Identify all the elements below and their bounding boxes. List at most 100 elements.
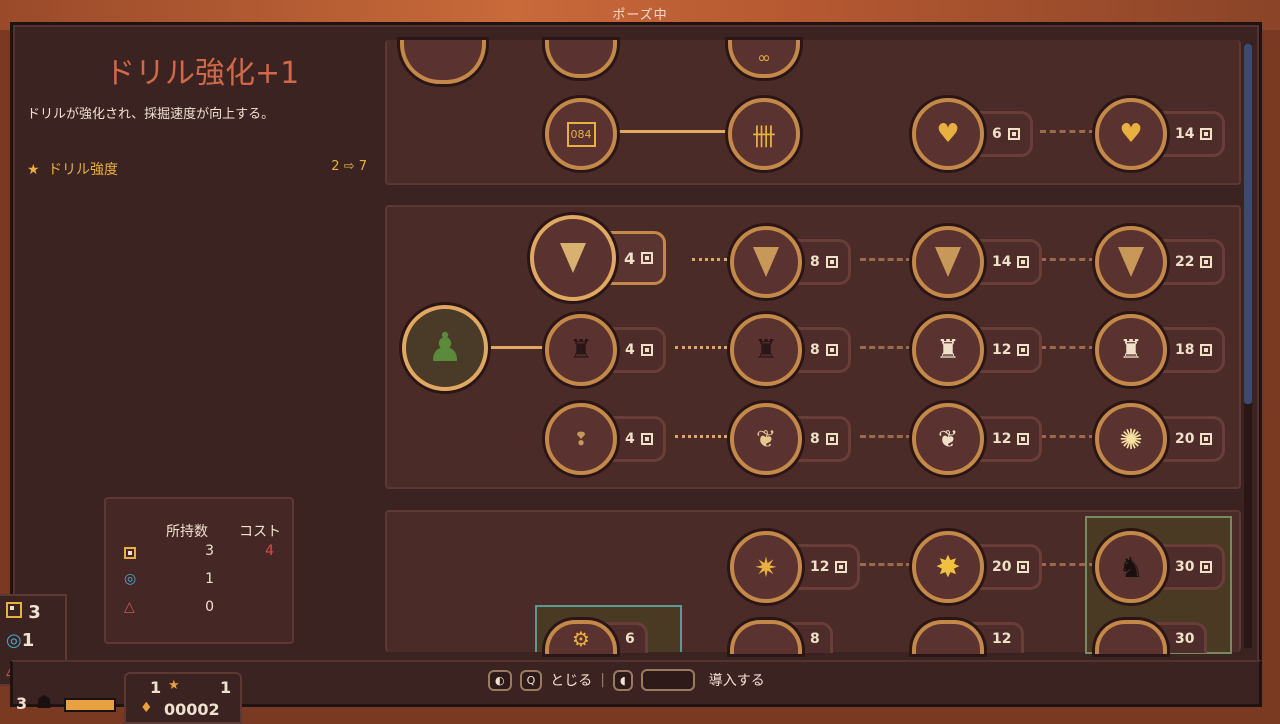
upgrade-node[interactable]: 8 [730, 620, 833, 654]
lives-count: 3 [16, 694, 28, 713]
upgrade-node[interactable]: ♜ 4 [545, 314, 666, 386]
iron-icon [1200, 128, 1213, 140]
upgrade-node-selected[interactable]: 4 [530, 215, 667, 301]
cost-value: 6 [992, 126, 1002, 142]
cost-value: 4 [625, 342, 635, 358]
cost-header: コスト [239, 524, 281, 540]
connector [860, 258, 912, 261]
jetpack-icon: ♜ [730, 314, 802, 386]
scrollbar-thumb[interactable] [1244, 44, 1252, 404]
health-bar [64, 698, 116, 712]
close-label[interactable]: とじる [550, 670, 592, 690]
table-row: 3 4 [106, 543, 292, 563]
upgrade-node[interactable]: ❦ 8 [730, 403, 851, 475]
upgrade-node[interactable]: ♜ 12 [912, 314, 1043, 386]
upgrade-node[interactable]: 30 [1095, 620, 1208, 654]
upgrade-node[interactable]: ∞ [728, 40, 800, 78]
stars-right: 1 [220, 678, 232, 697]
iron-icon [640, 344, 653, 356]
cost-value: 30 [1175, 559, 1195, 575]
connector [1040, 130, 1095, 133]
upgrade-node[interactable]: 12 [912, 620, 1025, 654]
upgrade-node-root[interactable]: ♟ [402, 305, 488, 391]
iron-icon [825, 344, 838, 356]
heart-gear-icon: ♥ [1095, 98, 1167, 170]
cost-value: 4 [265, 543, 274, 559]
cobalt-icon: △ [124, 599, 135, 615]
cost-value: 30 [1175, 630, 1195, 647]
tally-icon: 卌 [728, 98, 800, 170]
drill-icon [912, 226, 984, 298]
cost-value: 8 [810, 254, 820, 270]
cost-value: 12 [992, 342, 1012, 358]
battery-icon: 084 [545, 98, 617, 170]
table-row: ◎ 1 [106, 571, 292, 591]
stat-row: ★ ドリル強度 2 ⇨ 7 [27, 159, 372, 179]
cost-value: 22 [1175, 254, 1195, 270]
hud-iron: 3 [6, 602, 41, 623]
iron-icon [1007, 128, 1020, 140]
install-label[interactable]: 導入する [709, 670, 765, 690]
water-icon: ◎ [6, 630, 22, 651]
iron-icon [1200, 433, 1213, 445]
action-hints: ◐ Q とじる | ◖ 導入する [488, 669, 765, 691]
cost-value: 18 [1175, 342, 1195, 358]
explosion-icon: ✷ [730, 531, 802, 603]
scrollbar[interactable] [1244, 44, 1252, 648]
upgrade-description: ドリルが強化され、採掘速度が向上する。 [27, 107, 275, 122]
upgrade-node[interactable]: ⚙ 6 [545, 620, 648, 654]
upgrade-node[interactable]: ♜ 8 [730, 314, 851, 386]
cost-value: 4 [625, 431, 635, 447]
connector [860, 346, 912, 349]
infinity-icon: ∞ [728, 40, 800, 78]
upgrade-node[interactable]: ❦ 12 [912, 403, 1043, 475]
space-key[interactable] [640, 669, 695, 691]
connector [675, 435, 727, 438]
upgrade-node[interactable]: 22 [1095, 226, 1226, 298]
connector [860, 563, 912, 566]
upgrade-title: ドリル強化+1 [105, 56, 300, 91]
upgrade-node[interactable]: 084 [545, 98, 617, 170]
stat-name: ドリル強度 [48, 162, 119, 178]
upgrade-node[interactable]: ♥ 6 [912, 98, 1033, 170]
iron-icon [1017, 561, 1030, 573]
star-icon: ★ [168, 678, 180, 693]
connector [860, 435, 912, 438]
connector [1040, 435, 1095, 438]
upgrade-node[interactable]: ♞ 30 [1095, 531, 1226, 603]
iron-icon [640, 433, 653, 445]
upgrade-node[interactable]: ♥ 14 [1095, 98, 1226, 170]
iron-icon [1200, 256, 1213, 268]
upgrade-node[interactable]: 8 [730, 226, 851, 298]
owned-header: 所持数 [166, 524, 208, 540]
cost-value: 12 [992, 431, 1012, 447]
connector [1040, 346, 1095, 349]
upgrade-node[interactable]: 14 [912, 226, 1043, 298]
close-key[interactable]: Q [519, 669, 543, 691]
stat-change: 2 ⇨ 7 [331, 159, 367, 174]
connector [1040, 258, 1095, 261]
table-row: △ 0 [106, 599, 292, 619]
cost-value: 12 [810, 559, 830, 575]
upgrade-node[interactable]: ❢ 4 [545, 403, 666, 475]
upgrade-node[interactable] [545, 40, 617, 78]
player-status: 3 ☗ [0, 670, 125, 720]
drill-icon [730, 226, 802, 298]
connector [692, 258, 727, 261]
divider: | [600, 672, 605, 688]
gem-icon [545, 40, 617, 78]
upgrade-node[interactable]: ✷ 12 [730, 531, 861, 603]
cost-value: 12 [992, 630, 1012, 647]
iron-icon [6, 602, 22, 618]
heart-icon: ♥ [912, 98, 984, 170]
upgrade-node[interactable]: ✺ 20 [1095, 403, 1226, 475]
iron-icon [124, 547, 136, 559]
drill-icon [530, 215, 616, 301]
upgrade-node[interactable]: ♜ 18 [1095, 314, 1226, 386]
stat-to: 7 [358, 159, 367, 174]
upgrade-node[interactable]: 卌 [728, 98, 800, 170]
owned-value: 0 [205, 599, 214, 615]
mouse-icon: ◖ [613, 669, 633, 691]
upgrade-node[interactable] [400, 40, 486, 84]
upgrade-node[interactable]: ✸ 20 [912, 531, 1043, 603]
